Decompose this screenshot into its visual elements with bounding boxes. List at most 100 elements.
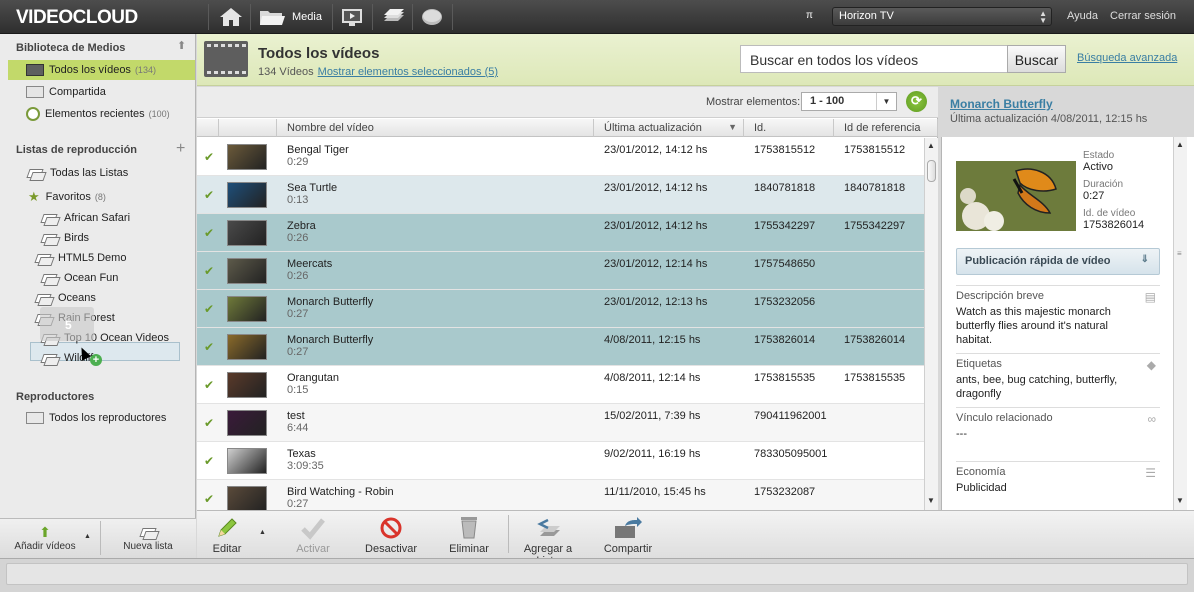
- checkmark-icon[interactable]: ✔: [204, 150, 214, 164]
- new-list-label: Nueva lista: [123, 541, 173, 552]
- sidebar-item-playlist[interactable]: HTML5 Demo: [8, 248, 195, 268]
- collapse-up-icon[interactable]: ⬆: [177, 39, 186, 52]
- sidebar-item-all-lists[interactable]: Todas las Listas: [8, 163, 195, 183]
- column-header-updated[interactable]: Última actualización ▼: [594, 119, 744, 137]
- stack-nav-icon[interactable]: [380, 6, 406, 28]
- checkmark-icon: [293, 514, 333, 540]
- delete-button[interactable]: Eliminar: [448, 514, 490, 555]
- logout-link[interactable]: Cerrar sesión: [1110, 10, 1176, 22]
- drag-count-badge: 5: [65, 318, 72, 332]
- checkmark-icon[interactable]: ✔: [204, 302, 214, 316]
- page-title: Todos los vídeos: [258, 45, 380, 62]
- tags-value: ants, bee, bug catching, butterfly, drag…: [956, 374, 1118, 400]
- checkmark-icon[interactable]: ✔: [204, 454, 214, 468]
- table-row[interactable]: ✔ Zebra 0:26 23/01/2012, 14:12 hs 1755342297…: [197, 214, 924, 252]
- add-plus-icon: +: [90, 354, 102, 366]
- sidebar-item-label: Elementos recientes: [45, 108, 145, 120]
- account-select[interactable]: Horizon TV ▲ ▼: [832, 7, 1052, 26]
- scroll-down-icon[interactable]: ▼: [927, 496, 935, 505]
- table-row[interactable]: ✔ Texas 3:09:35 9/02/2011, 16:19 hs 78330509…: [197, 442, 924, 480]
- video-thumbnail: [227, 410, 267, 436]
- short-description-section[interactable]: Descripción breve Watch as this majestic…: [956, 285, 1160, 347]
- table-row[interactable]: ✔ Orangutan 0:15 4/08/2011, 12:14 hs 1753815…: [197, 366, 924, 404]
- table-row[interactable]: ✔ Meercats 0:26 23/01/2012, 12:14 hs 1757548…: [197, 252, 924, 290]
- checkmark-icon[interactable]: ✔: [204, 226, 214, 240]
- sidebar-item-label: Ocean Fun: [64, 272, 119, 284]
- activate-button[interactable]: Activar: [293, 514, 333, 555]
- sidebar-item-playlist[interactable]: Oceans: [8, 288, 195, 308]
- video-updated: 11/11/2010, 15:45 hs: [604, 486, 706, 498]
- video-thumbnail: [227, 258, 267, 284]
- grid-scrollbar[interactable]: ▲ ▼: [924, 138, 938, 510]
- sidebar-item-recent[interactable]: Elementos recientes (100): [8, 104, 195, 124]
- sidebar-item-all-videos[interactable]: Todos los vídeos (134): [8, 60, 195, 80]
- scroll-up-icon[interactable]: ▲: [927, 141, 935, 150]
- tags-section[interactable]: Etiquetas ants, bee, bug catching, butte…: [956, 353, 1160, 401]
- add-videos-menu-icon[interactable]: ▲: [84, 533, 91, 540]
- column-header-id[interactable]: Id.: [744, 119, 834, 137]
- disc-nav-icon[interactable]: [420, 6, 444, 28]
- sidebar-item-playlist[interactable]: Ocean Fun: [8, 268, 195, 288]
- scroll-thumb[interactable]: [927, 160, 936, 182]
- table-row[interactable]: ✔ Monarch Butterfly 0:27 23/01/2012, 12:13 …: [197, 290, 924, 328]
- nav-separator: [412, 4, 413, 30]
- help-link[interactable]: Ayuda: [1067, 10, 1098, 22]
- show-selected-link[interactable]: Mostrar elementos seleccionados (5): [318, 66, 498, 78]
- add-videos-button[interactable]: ⬆ Añadir vídeos: [10, 523, 80, 552]
- checkmark-icon[interactable]: ✔: [204, 416, 214, 430]
- video-thumbnail: [227, 296, 267, 322]
- video-id: 1757548650: [754, 258, 816, 270]
- table-row[interactable]: ✔ Bird Watching - Robin 0:27 11/11/2010, 15…: [197, 480, 924, 510]
- refresh-icon[interactable]: ⟳: [906, 91, 927, 112]
- video-updated: 15/02/2011, 7:39 hs: [604, 410, 701, 422]
- media-nav-button[interactable]: Media: [258, 6, 322, 28]
- table-row[interactable]: ✔ Monarch Butterfly 0:27 4/08/2011, 12:15 h…: [197, 328, 924, 366]
- economy-value: Publicidad: [956, 482, 1007, 494]
- column-header-name[interactable]: Nombre del vídeo: [277, 119, 594, 137]
- video-id: 783305095001: [754, 448, 828, 460]
- scroll-up-icon[interactable]: ▲: [1176, 140, 1184, 149]
- pencil-icon: [211, 514, 243, 540]
- sidebar-item-playlist[interactable]: Top 10 Ocean Videos: [8, 328, 195, 348]
- share-label: Compartir: [603, 543, 653, 555]
- column-header-check[interactable]: [197, 119, 219, 137]
- search-input[interactable]: Buscar en todos los vídeos: [740, 45, 1008, 73]
- column-header-reference-id[interactable]: Id de referencia: [834, 119, 938, 137]
- sidebar-item-all-players[interactable]: Todos los reproductores: [8, 408, 195, 428]
- economy-section[interactable]: Economía Publicidad ☰: [956, 461, 1160, 509]
- detail-scrollbar[interactable]: ▲ ≡ ▼: [1173, 137, 1187, 510]
- edit-button[interactable]: Editar: [211, 514, 243, 555]
- checkmark-icon[interactable]: ✔: [204, 378, 214, 392]
- add-playlist-icon[interactable]: +: [176, 140, 185, 158]
- table-row[interactable]: ✔ Sea Turtle 0:13 23/01/2012, 14:12 hs 18407…: [197, 176, 924, 214]
- duration-value: 0:27: [1083, 190, 1105, 202]
- table-row[interactable]: ✔ Bengal Tiger 0:29 23/01/2012, 14:12 hs 175…: [197, 138, 924, 176]
- checkmark-icon[interactable]: ✔: [204, 188, 214, 202]
- tags-label: Etiquetas: [956, 358, 1002, 370]
- video-name: Sea Turtle: [287, 182, 338, 194]
- sidebar-item-shared[interactable]: Compartida: [8, 82, 195, 102]
- quick-publish-button[interactable]: Publicación rápida de vídeo ⇓: [956, 248, 1160, 275]
- sidebar-item-playlist[interactable]: Birds: [8, 228, 195, 248]
- home-icon[interactable]: [218, 6, 244, 28]
- scroll-grip-icon[interactable]: ≡: [1177, 249, 1182, 258]
- share-button[interactable]: Compartir: [603, 514, 653, 555]
- detail-video-title[interactable]: Monarch Butterfly: [950, 97, 1053, 111]
- related-link-section[interactable]: Vínculo relacionado --- ∞: [956, 407, 1160, 455]
- checkmark-icon[interactable]: ✔: [204, 264, 214, 278]
- sidebar-item-playlist[interactable]: African Safari: [8, 208, 195, 228]
- video-thumbnail: [227, 334, 267, 360]
- advanced-search-link[interactable]: Búsqueda avanzada: [1077, 52, 1177, 64]
- scroll-down-icon[interactable]: ▼: [1176, 496, 1184, 505]
- search-button[interactable]: Buscar: [1007, 45, 1066, 73]
- new-list-button[interactable]: Nueva lista: [115, 523, 181, 552]
- deactivate-button[interactable]: Desactivar: [365, 514, 417, 555]
- player-nav-icon[interactable]: [340, 6, 364, 28]
- page-range-select[interactable]: 1 - 100 ▼: [801, 92, 897, 111]
- checkmark-icon[interactable]: ✔: [204, 340, 214, 354]
- sidebar-item-favorites[interactable]: ★ Favoritos (8): [8, 187, 195, 207]
- column-header-thumb[interactable]: [219, 119, 277, 137]
- edit-menu-icon[interactable]: ▲: [259, 529, 266, 536]
- table-row[interactable]: ✔ test 6:44 15/02/2011, 7:39 hs 790411962001: [197, 404, 924, 442]
- checkmark-icon[interactable]: ✔: [204, 492, 214, 506]
